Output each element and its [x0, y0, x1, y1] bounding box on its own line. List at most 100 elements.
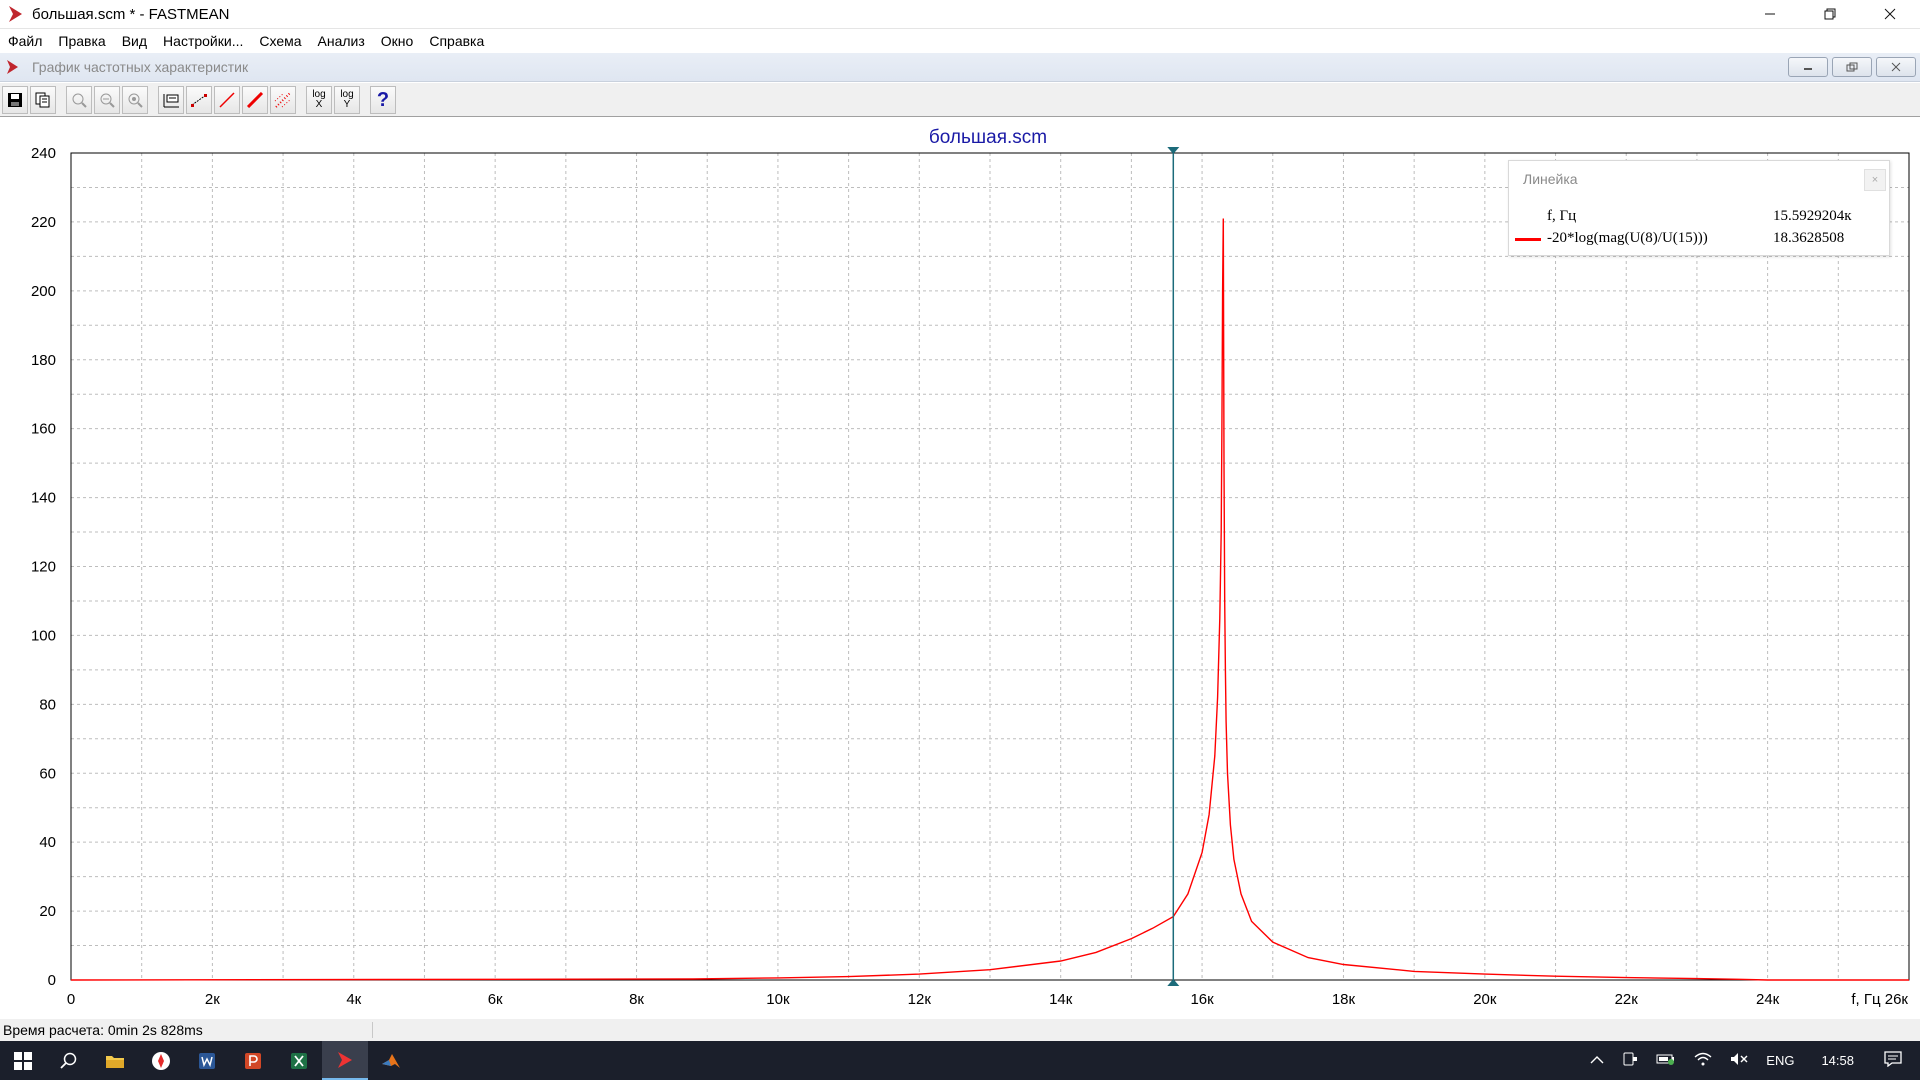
points-button[interactable] [186, 85, 212, 114]
close-button[interactable] [1860, 0, 1920, 29]
log-x-button[interactable]: log X [306, 85, 332, 114]
x-tick-label: 2к [205, 991, 220, 1008]
fastmean-icon [338, 1051, 352, 1068]
x-tick-label: 10к [766, 991, 790, 1008]
powerpoint-button[interactable] [230, 1041, 276, 1080]
x-tick-label: 6к [488, 991, 503, 1008]
menu-edit[interactable]: Правка [50, 33, 113, 49]
child-restore-button[interactable] [1832, 57, 1872, 77]
ruler-close-button[interactable]: × [1864, 169, 1886, 191]
red-thick-line-icon [246, 91, 264, 108]
menu-scheme[interactable]: Схема [251, 33, 309, 49]
x-tick-label: 22к [1615, 991, 1639, 1008]
child-window-icon [7, 60, 18, 74]
y-tick-label: 200 [31, 283, 56, 300]
status-bar: Время расчета: 0min 2s 828ms [0, 1019, 1920, 1041]
tray-battery-icon[interactable] [1647, 1053, 1685, 1068]
x-tick-label: 18к [1332, 991, 1356, 1008]
grid-dots-icon [274, 91, 292, 108]
copy-button[interactable] [30, 85, 56, 114]
tray-notifications-icon[interactable] [1876, 1051, 1920, 1070]
y-tick-label: 180 [31, 352, 56, 369]
x-tick-label: 14к [1049, 991, 1073, 1008]
menu-view[interactable]: Вид [114, 33, 155, 49]
y-tick-label: 0 [48, 972, 56, 989]
fastmean-app-icon[interactable] [6, 4, 26, 24]
word-icon [199, 1052, 215, 1069]
tray-clock[interactable]: 14:58 [1803, 1053, 1876, 1068]
help-icon: ? [376, 88, 390, 111]
system-tray: ENG 14:58 [1581, 1041, 1920, 1080]
menu-file[interactable]: Файл [0, 33, 50, 49]
menu-window[interactable]: Окно [373, 33, 422, 49]
x-tick-label: 4к [346, 991, 361, 1008]
excel-button[interactable] [276, 1041, 322, 1080]
grid-button[interactable] [270, 85, 296, 114]
x-tick-label: 0 [67, 991, 75, 1008]
menu-settings[interactable]: Настройки... [155, 33, 251, 49]
y-tick-label: 140 [31, 490, 56, 507]
y-tick-label: 20 [39, 903, 56, 920]
x-axis-ticks: 0 2к 4к 6к 8к 10к 12к 14к 16к 18к 20к 22к 24к [67, 991, 1780, 1008]
tray-language[interactable]: ENG [1757, 1053, 1803, 1068]
child-minimize-button[interactable] [1788, 57, 1828, 77]
excel-icon [291, 1052, 307, 1069]
powerpoint-icon [245, 1052, 261, 1069]
red-line-icon [219, 91, 235, 108]
close-icon: × [1871, 174, 1879, 186]
search-icon [60, 1052, 77, 1069]
ruler-row-series: -20*log(mag(U(8)/U(15))) 18.3628508 [1509, 229, 1891, 249]
close-icon [1891, 62, 1901, 72]
toolbar: log X log Y ? [0, 83, 1920, 117]
log-y-button[interactable]: log Y [334, 85, 360, 114]
tray-volume-muted-icon[interactable] [1721, 1052, 1757, 1069]
zoom-fit-button[interactable] [122, 85, 148, 114]
x-axis-end-label: f, Гц 26к [1851, 991, 1908, 1008]
y-tick-label: 100 [31, 627, 56, 644]
zoom-fit-icon [128, 93, 143, 108]
magnifier-icon [72, 93, 87, 108]
save-button[interactable] [2, 85, 28, 114]
tray-device-icon[interactable] [1613, 1052, 1647, 1069]
log-x-label-bottom: X [315, 98, 323, 110]
calc-time-status: Время расчета: 0min 2s 828ms [0, 1022, 373, 1038]
save-icon [8, 92, 22, 107]
window-title: большая.scm * - FASTMEAN [32, 5, 230, 23]
log-y-label-bottom: Y [343, 98, 351, 110]
ruler-button[interactable] [158, 85, 184, 114]
matlab-button[interactable] [368, 1041, 414, 1080]
child-window-titlebar: График частотных характеристик [0, 53, 1920, 82]
restore-button[interactable] [1800, 0, 1860, 29]
copy-icon [35, 92, 50, 107]
menu-analysis[interactable]: Анализ [310, 33, 373, 49]
y-tick-label: 80 [39, 696, 56, 713]
file-explorer-button[interactable] [92, 1041, 138, 1080]
zoom-out-button[interactable] [94, 85, 120, 114]
y-tick-label: 160 [31, 421, 56, 438]
yandex-browser-button[interactable] [138, 1041, 184, 1080]
minimize-button[interactable] [1740, 0, 1800, 29]
restore-icon [1846, 62, 1858, 72]
menu-help[interactable]: Справка [421, 33, 492, 49]
word-button[interactable] [184, 1041, 230, 1080]
windows-logo-icon [14, 1051, 32, 1070]
tray-chevron-up-icon[interactable] [1581, 1053, 1613, 1068]
ruler-row-label: f, Гц [1547, 208, 1577, 224]
tray-wifi-icon[interactable] [1685, 1052, 1721, 1069]
zoom-out-icon [100, 93, 115, 108]
search-button[interactable] [46, 1041, 92, 1080]
line-thin-button[interactable] [214, 85, 240, 114]
line-thick-button[interactable] [242, 85, 268, 114]
x-tick-label: 12к [908, 991, 932, 1008]
yandex-browser-icon [152, 1051, 170, 1070]
ruler-row-label: -20*log(mag(U(8)/U(15))) [1547, 230, 1708, 246]
child-close-button[interactable] [1876, 57, 1916, 77]
y-tick-label: 120 [31, 559, 56, 576]
start-button[interactable] [0, 1041, 46, 1080]
child-window-title: График частотных характеристик [32, 59, 249, 75]
y-axis-ticks: 0 20 40 60 80 100 120 140 160 180 200 220 240 [31, 145, 56, 989]
fastmean-taskbar-button[interactable] [322, 1041, 368, 1080]
help-button[interactable]: ? [370, 85, 396, 114]
ruler-panel[interactable]: Линейка × f, Гц 15.5929204к -20*log(mag(… [1508, 160, 1890, 256]
zoom-button[interactable] [66, 85, 92, 114]
